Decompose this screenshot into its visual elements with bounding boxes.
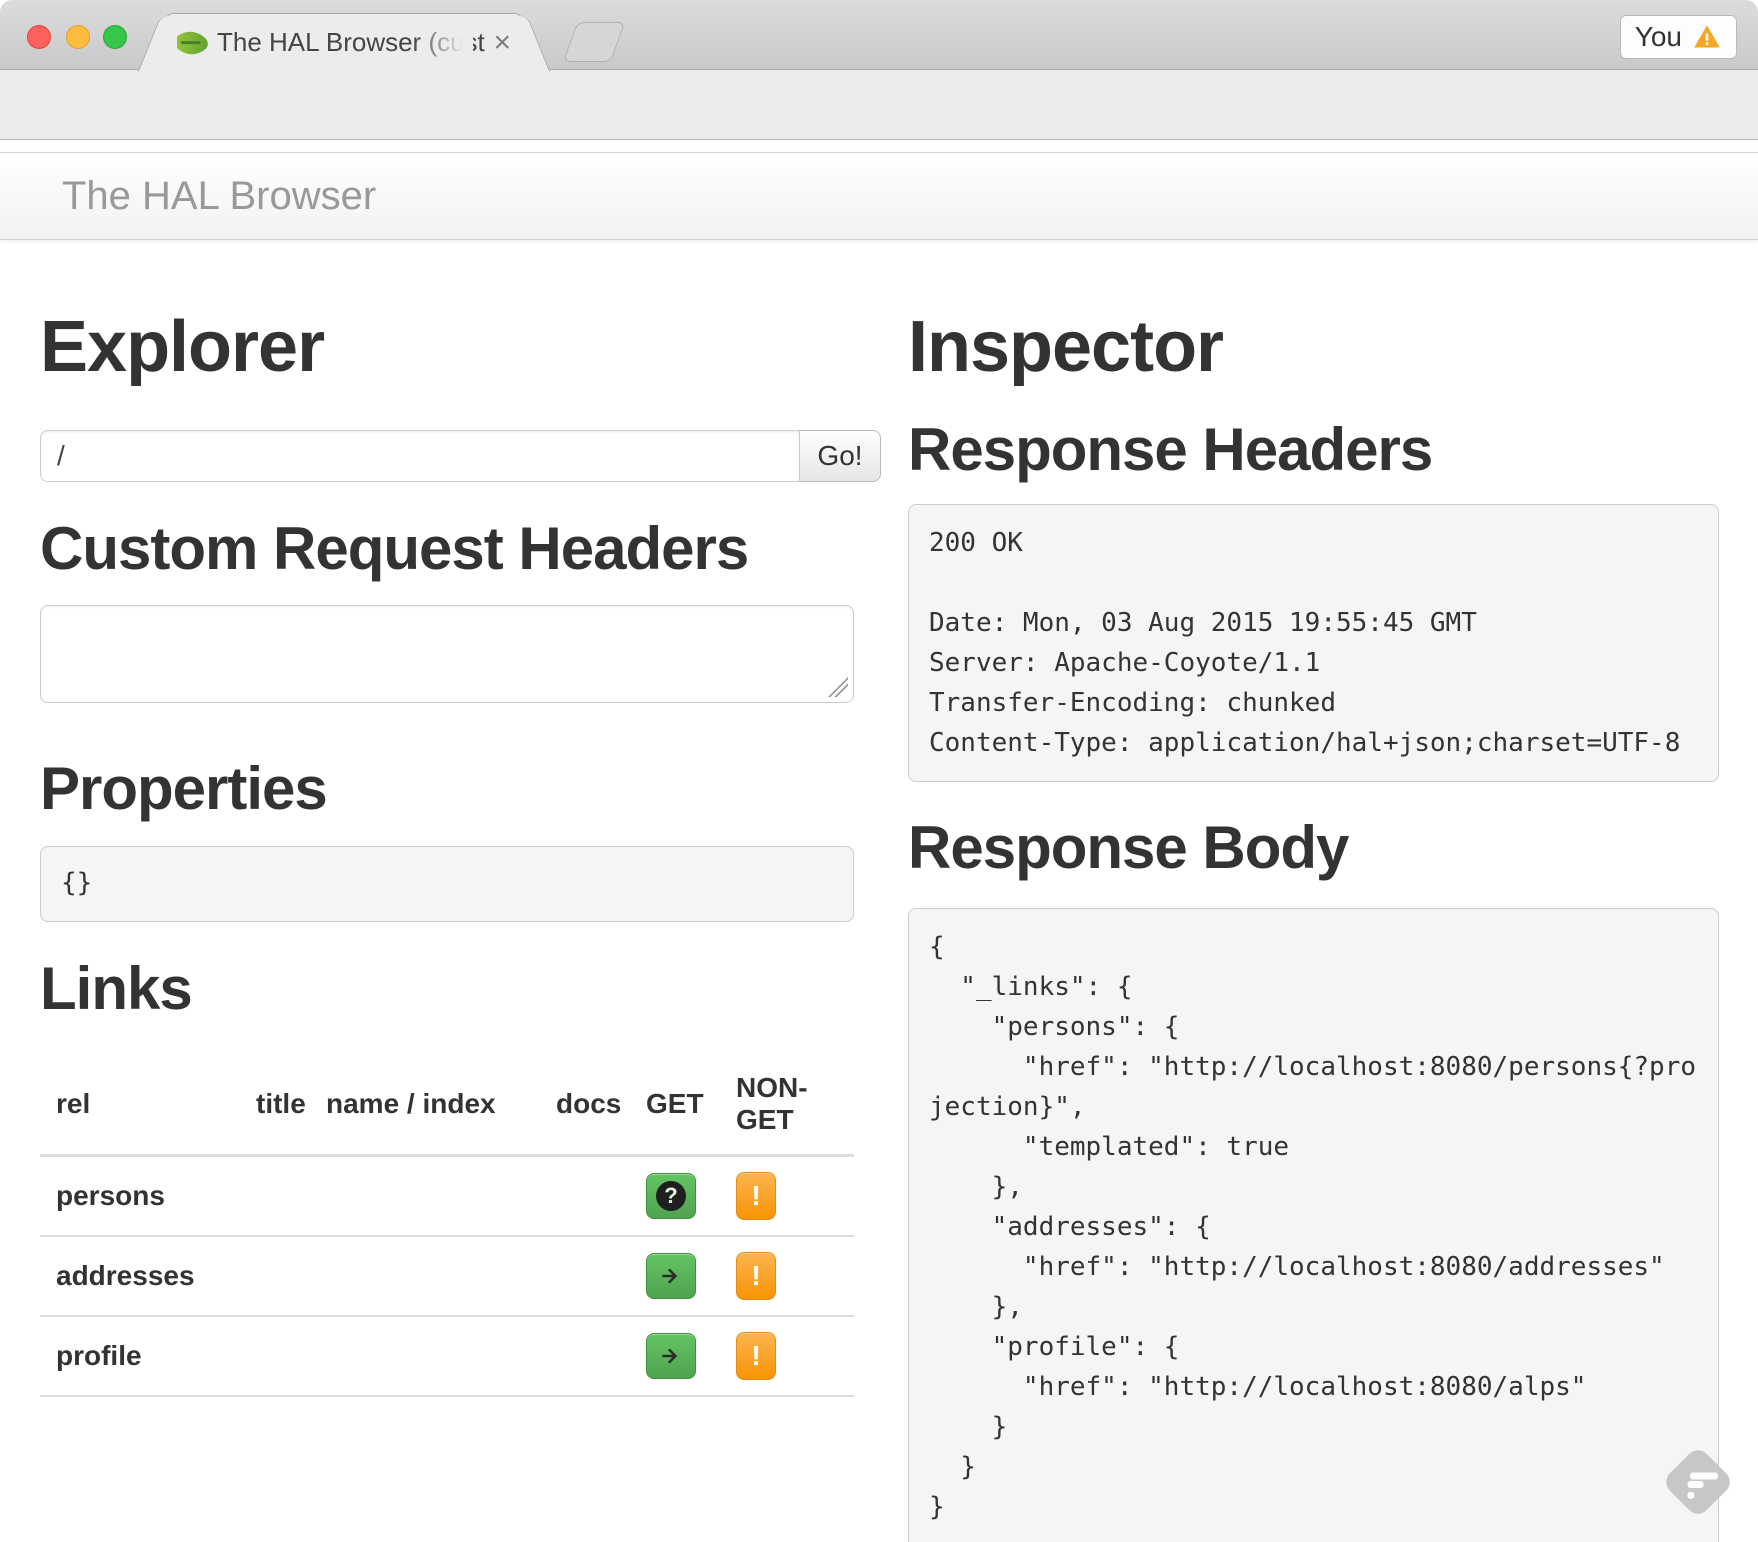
right-arrow-icon xyxy=(656,1341,686,1371)
tab-title-fade xyxy=(413,14,473,71)
response-headers-value: 200 OK Date: Mon, 03 Aug 2015 19:55:45 G… xyxy=(908,504,1719,782)
properties-value: {} xyxy=(40,846,854,922)
column-rel: rel xyxy=(40,1060,240,1156)
column-get: GET xyxy=(630,1060,720,1156)
arrow-get-button[interactable] xyxy=(646,1253,696,1299)
go-button[interactable]: Go! xyxy=(800,430,881,482)
custom-request-headers-title: Custom Request Headers xyxy=(40,514,748,583)
right-arrow-icon xyxy=(656,1261,686,1291)
column-docs: docs xyxy=(540,1060,630,1156)
links-table: rel title name / index docs GET NON-GET … xyxy=(40,1060,854,1397)
column-name-index: name / index xyxy=(310,1060,540,1156)
inspector-title: Inspector xyxy=(908,306,1223,388)
site-navbar: The HAL Browser xyxy=(0,152,1758,240)
browser-toolbar: localhost:8080/browser/index.html#/ ☆ * … xyxy=(0,70,1758,140)
links-header-row: rel title name / index docs GET NON-GET xyxy=(40,1060,854,1156)
response-headers-title: Response Headers xyxy=(908,415,1432,484)
tab-strip: The HAL Browser (customiz × You xyxy=(0,0,1758,70)
tab-close-icon[interactable]: × xyxy=(491,28,513,58)
exclamation-nonget-button[interactable]: ! xyxy=(736,1172,776,1220)
exclamation-nonget-button[interactable]: ! xyxy=(736,1332,776,1380)
explorer-title: Explorer xyxy=(40,306,324,388)
address-input[interactable] xyxy=(40,430,800,482)
links-title: Links xyxy=(40,954,192,1023)
address-group: Go! xyxy=(40,430,881,482)
new-tab-button[interactable] xyxy=(563,22,626,62)
warning-icon xyxy=(1692,23,1722,51)
column-nonget: NON-GET xyxy=(720,1060,854,1156)
question-get-button[interactable]: ? xyxy=(646,1173,696,1219)
question-icon: ? xyxy=(656,1181,686,1211)
table-row: persons ? ! xyxy=(40,1156,854,1237)
column-title: title xyxy=(240,1060,310,1156)
properties-title: Properties xyxy=(40,754,327,823)
browser-window: The HAL Browser (customiz × You localhos… xyxy=(0,0,1758,1542)
window-zoom-button[interactable] xyxy=(103,25,127,49)
window-minimize-button[interactable] xyxy=(66,25,90,49)
profile-name: You xyxy=(1635,21,1682,53)
window-close-button[interactable] xyxy=(27,25,51,49)
site-brand: The HAL Browser xyxy=(62,174,376,219)
arrow-get-button[interactable] xyxy=(646,1333,696,1379)
exclamation-nonget-button[interactable]: ! xyxy=(736,1252,776,1300)
table-row: profile ! xyxy=(40,1316,854,1396)
table-row: addresses ! xyxy=(40,1236,854,1316)
rel-label: addresses xyxy=(56,1260,195,1291)
rel-label: profile xyxy=(56,1340,142,1371)
rel-label: persons xyxy=(56,1180,165,1211)
response-body-title: Response Body xyxy=(908,813,1348,882)
spring-leaf-favicon xyxy=(177,23,211,62)
custom-request-headers-input[interactable] xyxy=(40,605,854,703)
profile-button[interactable]: You xyxy=(1620,15,1737,59)
active-tab[interactable]: The HAL Browser (customiz × xyxy=(164,13,524,71)
response-body-value: { "_links": { "persons": { "href": "http… xyxy=(908,908,1719,1542)
page-content: The HAL Browser Explorer Go! Custom Requ… xyxy=(0,141,1758,1542)
